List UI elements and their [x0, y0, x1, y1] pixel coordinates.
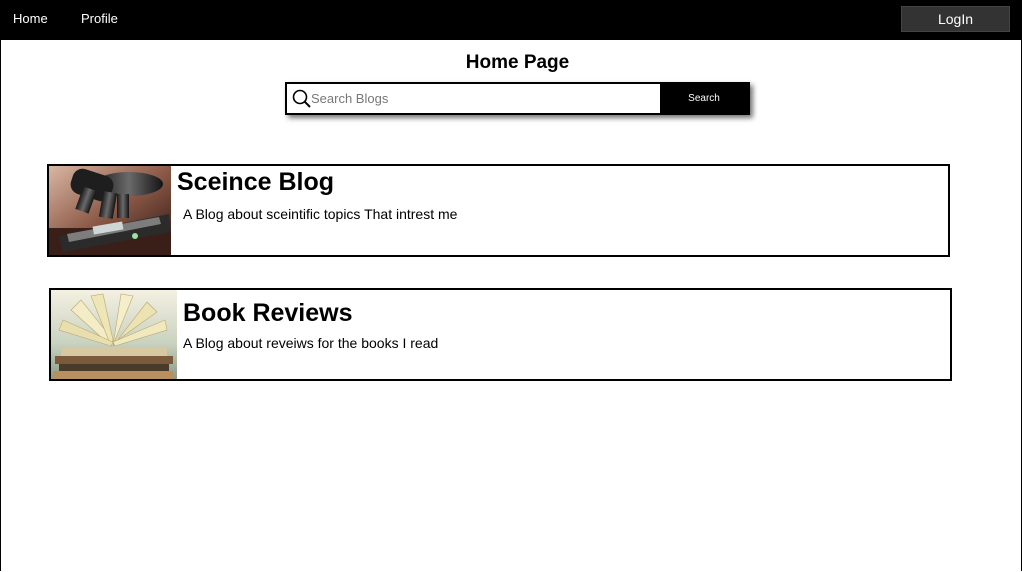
search-button[interactable]: Search: [660, 84, 748, 113]
search-bar: Search: [285, 82, 750, 115]
nav-profile-link[interactable]: Profile: [81, 11, 118, 26]
blog-card-science[interactable]: Sceince Blog A Blog about sceintific top…: [47, 164, 950, 257]
microscope-image: [49, 166, 171, 255]
login-button[interactable]: LogIn: [901, 6, 1010, 32]
app-window: Home Profile LogIn Home Page Search Blog…: [0, 0, 1022, 571]
nav-home-link[interactable]: Home: [13, 11, 48, 26]
blog-title: Sceince Blog: [177, 168, 334, 196]
open-book-image: [51, 290, 177, 379]
blog-description: A Blog about reveiws for the books I rea…: [183, 335, 439, 351]
search-icon: [291, 88, 313, 110]
page-title: Home Page: [465, 52, 570, 73]
blog-description: A Blog about sceintific topics That intr…: [183, 206, 458, 222]
search-input[interactable]: [311, 86, 661, 111]
top-navbar: Home Profile LogIn: [1, 1, 1021, 40]
blog-card-book-reviews[interactable]: Book Reviews A Blog about reveiws for th…: [49, 288, 952, 381]
blog-title: Book Reviews: [183, 299, 353, 327]
